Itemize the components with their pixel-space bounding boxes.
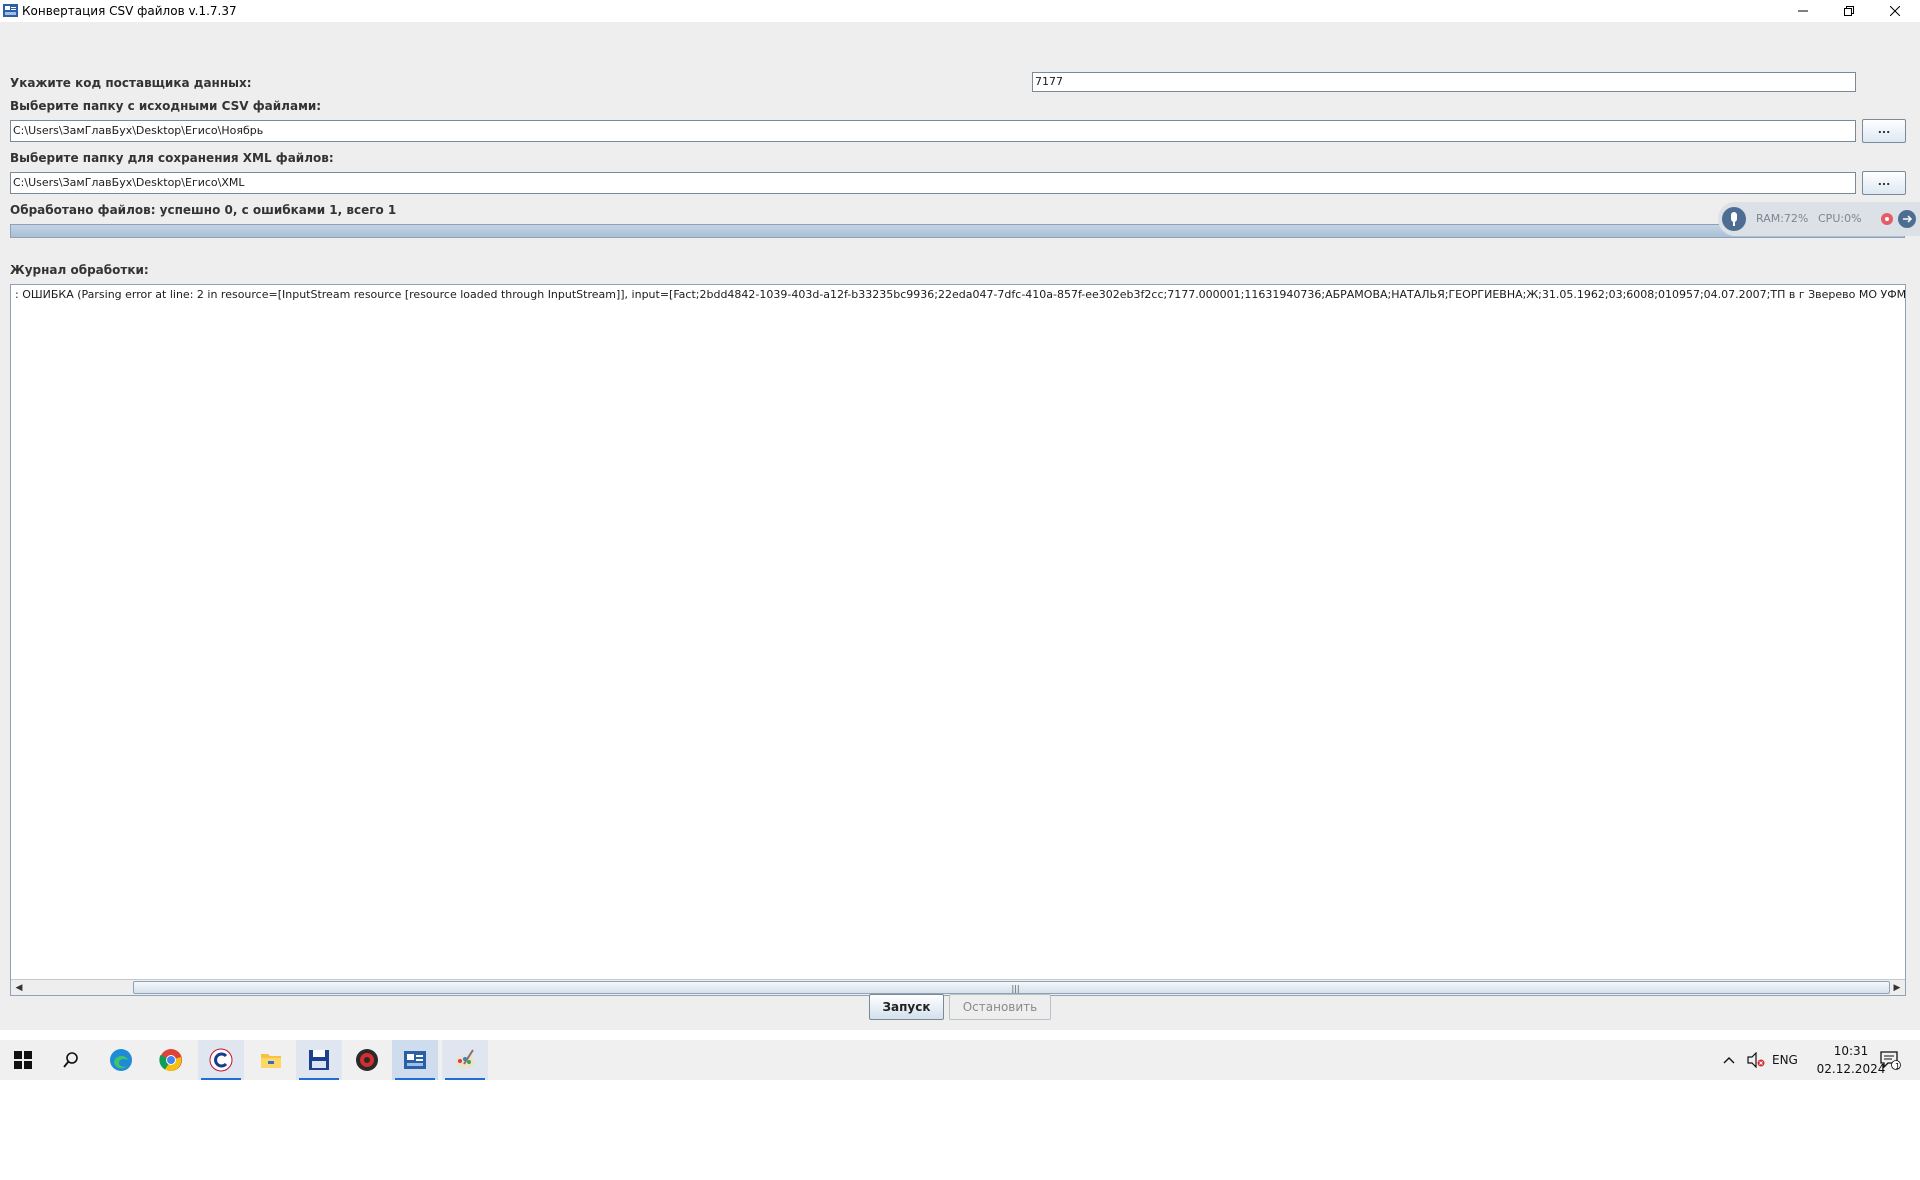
language-indicator[interactable]: ENG — [1772, 1053, 1798, 1067]
notifications-button[interactable]: 1 — [1870, 1040, 1910, 1080]
windows-start-icon — [14, 1051, 32, 1069]
paint-icon — [455, 1049, 475, 1069]
search-button[interactable] — [48, 1040, 94, 1080]
target-folder-label: Выберите папку для сохранения XML файлов… — [10, 151, 334, 165]
empty-area — [0, 1080, 1920, 1180]
scroll-right-icon[interactable]: ▶ — [1889, 980, 1905, 995]
main-panel: Укажите код поставщика данных: 7177 Выбе… — [0, 22, 1920, 1030]
save-app-icon — [309, 1050, 329, 1070]
progress-fill — [11, 225, 1904, 237]
title-bar: Конвертация CSV файлов v.1.7.37 — [0, 0, 1920, 22]
ram-usage: RAM:72% — [1756, 212, 1809, 225]
file-explorer-button[interactable] — [248, 1040, 294, 1080]
source-folder-label: Выберите папку с исходными CSV файлами: — [10, 99, 322, 113]
speaker-muted-icon — [1747, 1052, 1765, 1068]
target-browse-button[interactable]: ... — [1862, 171, 1906, 195]
chrome-button[interactable] — [148, 1040, 194, 1080]
chevron-up-icon — [1723, 1057, 1735, 1064]
expand-arrow-icon[interactable] — [1898, 210, 1916, 228]
window-title: Конвертация CSV файлов v.1.7.37 — [22, 4, 237, 18]
close-button[interactable] — [1872, 0, 1918, 22]
microphone-icon — [1722, 207, 1746, 231]
scrollbar-thumb[interactable]: ||| — [133, 981, 1890, 994]
taskbar: ENG 10:31 02.12.2024 1 — [0, 1040, 1920, 1080]
log-horizontal-scrollbar[interactable]: ◀ ||| ▶ — [11, 979, 1905, 995]
minimize-icon — [1798, 10, 1808, 12]
file-explorer-icon — [261, 1054, 281, 1068]
source-browse-button[interactable]: ... — [1862, 119, 1906, 143]
app-icon — [3, 4, 18, 17]
cpu-usage: CPU:0% — [1818, 212, 1862, 225]
scrollbar-grip-icon: ||| — [1011, 984, 1020, 993]
app-window: Конвертация CSV файлов v.1.7.37 Укажите … — [0, 0, 1920, 1180]
edge-button[interactable] — [98, 1040, 144, 1080]
supplier-code-field[interactable]: 7177 — [1032, 72, 1856, 92]
search-icon — [63, 1052, 78, 1068]
fan-icon — [1881, 213, 1893, 225]
log-text-area[interactable]: : ОШИБКА (Parsing error at line: 2 in re… — [10, 284, 1906, 996]
edge-icon — [110, 1049, 132, 1071]
start-button[interactable]: Запуск — [869, 994, 944, 1020]
scroll-left-icon[interactable]: ◀ — [11, 980, 27, 995]
ccleaner-icon — [209, 1048, 233, 1072]
restore-button[interactable] — [1826, 0, 1872, 22]
log-title: Журнал обработки: — [10, 263, 149, 277]
progress-bar — [10, 224, 1905, 238]
notification-count: 1 — [1895, 1062, 1901, 1071]
csv-converter-icon — [404, 1051, 426, 1069]
restore-icon — [1844, 6, 1854, 16]
source-folder-field[interactable]: C:\Users\ЗамГлавБух\Desktop\Егисо\Ноябрь — [10, 120, 1856, 142]
windows-start-button[interactable] — [0, 1040, 46, 1080]
chrome-icon — [159, 1049, 182, 1071]
stop-button[interactable]: Остановить — [949, 994, 1051, 1020]
target-folder-field[interactable]: C:\Users\ЗамГлавБух\Desktop\Егисо\XML — [10, 172, 1856, 194]
log-line: : ОШИБКА (Parsing error at line: 2 in re… — [15, 288, 1906, 301]
close-icon — [1890, 6, 1900, 16]
paint-button[interactable] — [442, 1040, 488, 1080]
csv-converter-button[interactable] — [392, 1040, 438, 1080]
red-app-icon — [356, 1049, 378, 1071]
tray-overflow-button[interactable] — [1716, 1040, 1742, 1080]
status-text: Обработано файлов: успешно 0, с ошибками… — [10, 203, 397, 217]
ccleaner-button[interactable] — [198, 1040, 244, 1080]
red-app-button[interactable] — [344, 1040, 390, 1080]
system-monitor-widget[interactable]: RAM:72% CPU:0% — [1718, 202, 1920, 236]
save-app-button[interactable] — [296, 1040, 342, 1080]
minimize-button[interactable] — [1780, 0, 1826, 22]
volume-button[interactable] — [1742, 1040, 1770, 1080]
supplier-code-label: Укажите код поставщика данных: — [10, 76, 252, 90]
